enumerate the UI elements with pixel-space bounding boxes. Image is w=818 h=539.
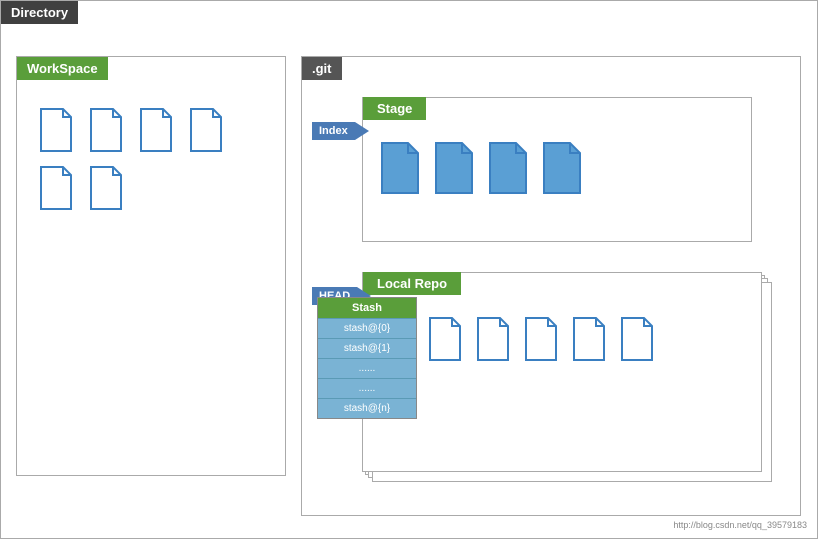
git-label: .git [302,57,342,80]
workspace-file-2 [87,107,125,153]
stash-row-0: stash@{0} [318,318,416,338]
workspace-label: WorkSpace [17,57,108,80]
stage-panel: Stage [362,97,752,242]
stash-panel: Stash stash@{0} stash@{1} ...... ...... … [317,297,417,419]
local-repo-area: Local Repo [362,272,792,502]
index-label: Index [312,122,355,140]
local-repo-label: Local Repo [363,272,461,295]
index-arrow: Index [312,122,369,140]
stage-file-4 [540,141,584,195]
workspace-file-6 [87,165,125,211]
repo-file-4 [522,316,560,362]
stage-file-2 [432,141,476,195]
watermark: http://blog.csdn.net/qq_39579183 [673,520,807,530]
workspace-panel: WorkSpace [16,56,286,476]
stash-row-1: stash@{1} [318,338,416,358]
repo-file-2 [426,316,464,362]
workspace-file-3 [137,107,175,153]
outer-container: Directory WorkSpace [0,0,818,539]
local-repo-panel: Local Repo [362,272,762,472]
stage-file-1 [378,141,422,195]
workspace-file-5 [37,165,75,211]
stage-file-3 [486,141,530,195]
title: Directory [11,5,68,20]
title-bar: Directory [1,1,78,24]
repo-file-5 [570,316,608,362]
local-repo-files [373,311,733,367]
stash-row-dots-2: ...... [318,378,416,398]
stage-files [373,136,589,200]
repo-file-3 [474,316,512,362]
repo-file-6 [618,316,656,362]
stage-label: Stage [363,97,426,120]
index-arrow-head [355,122,369,140]
stash-header: Stash [318,298,416,318]
stash-row-n: stash@{n} [318,398,416,418]
workspace-files [27,97,267,221]
workspace-file-4 [187,107,225,153]
git-panel: .git Index Stage [301,56,801,516]
workspace-file-1 [37,107,75,153]
stash-row-dots-1: ...... [318,358,416,378]
